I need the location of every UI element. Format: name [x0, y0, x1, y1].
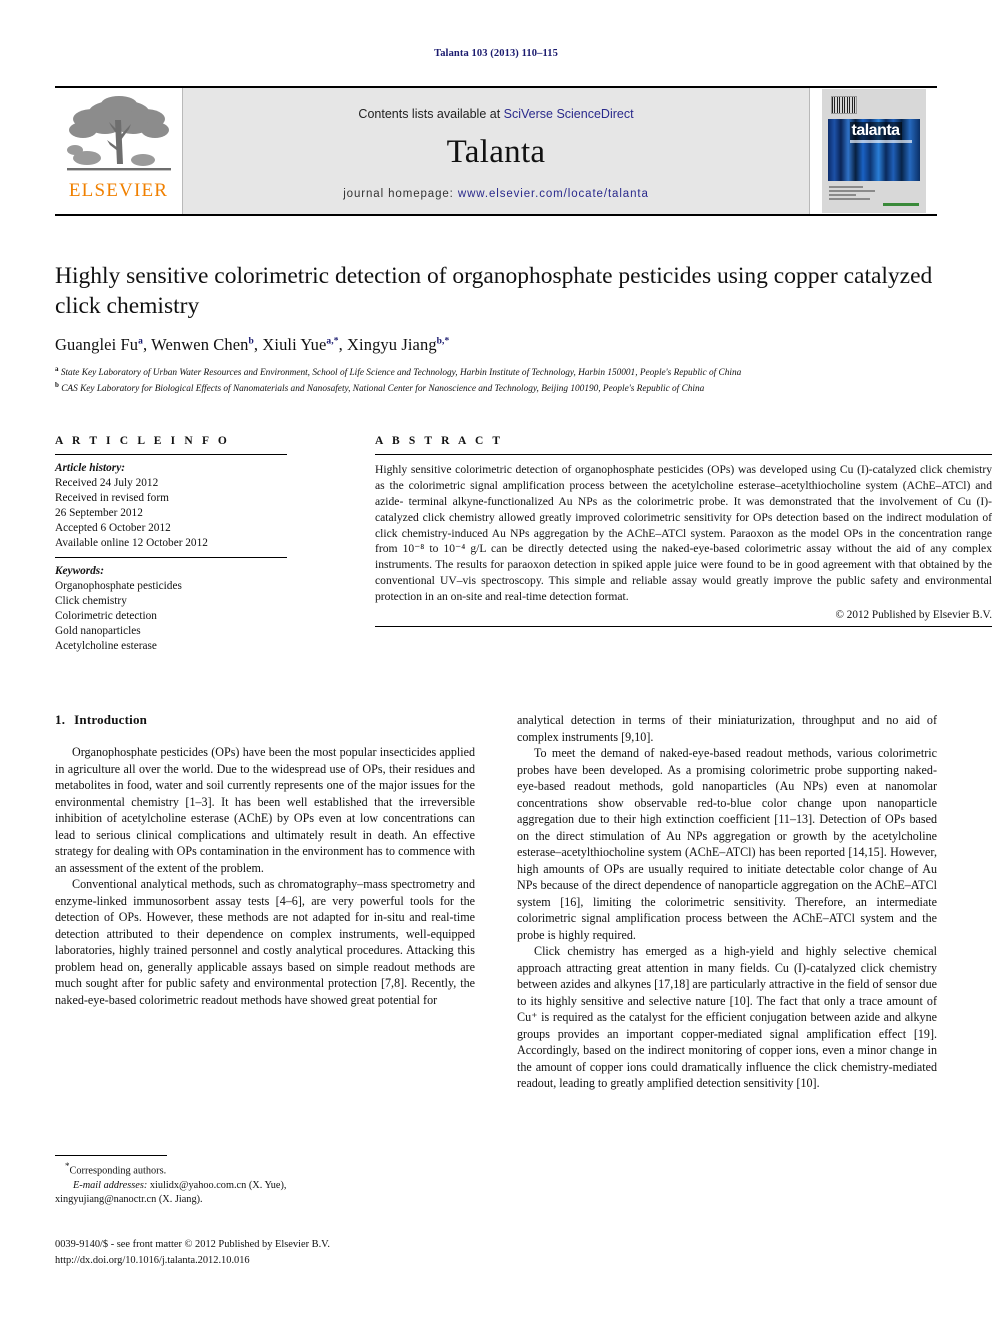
barcode-icon [830, 96, 857, 114]
divider [55, 454, 287, 455]
history-item: 26 September 2012 [55, 507, 143, 520]
author-entry: Xingyu Jiangb,* [347, 335, 449, 354]
author-affiliation-mark: a [138, 336, 143, 347]
email-value[interactable]: xiulidx@yahoo.com.cn (X. Yue), [147, 1180, 287, 1191]
elsevier-tree-icon [66, 96, 171, 171]
author-name: Xingyu Jiang [347, 334, 437, 354]
running-head: Talanta 103 (2013) 110–115 [434, 48, 558, 59]
keywords-block: Keywords: Organophosphate pesticides Cli… [55, 564, 287, 654]
elsevier-logo-block: ELSEVIER [55, 88, 183, 214]
journal-title: Talanta [446, 133, 546, 170]
footnote-corresponding: *Corresponding authors. [55, 1160, 475, 1179]
journal-homepage-line: journal homepage: www.elsevier.com/locat… [343, 188, 649, 200]
affiliation-mark: a [55, 364, 59, 373]
contents-prefix: Contents lists available at [358, 106, 504, 121]
history-item: Available online 12 October 2012 [55, 537, 208, 550]
section-number: 1. [55, 712, 66, 727]
doi-line[interactable]: http://dx.doi.org/10.1016/j.talanta.2012… [55, 1253, 555, 1269]
abstract-column: A B S T R A C T Highly sensitive colorim… [375, 435, 992, 627]
footnote-corresponding-text: Corresponding authors. [69, 1165, 167, 1177]
paragraph: To meet the demand of naked-eye-based re… [517, 746, 937, 942]
history-item: Accepted 6 October 2012 [55, 522, 171, 535]
author-entry: Guanglei Fua [55, 335, 143, 354]
article-history-label: Article history: [55, 462, 125, 474]
affiliation-text: State Key Laboratory of Urban Water Reso… [60, 367, 742, 378]
author-list: Guanglei Fua, Wenwen Chenb, Xiuli Yuea,*… [55, 334, 450, 354]
journal-cover-thumbnail: talanta [821, 89, 926, 213]
history-item: Received 24 July 2012 [55, 477, 159, 490]
affiliation-list: a State Key Laboratory of Urban Water Re… [55, 364, 937, 397]
keywords-label: Keywords: [55, 565, 104, 578]
keyword-item: Acetylcholine esterase [55, 640, 157, 653]
page-footer: 0039-9140/$ - see front matter © 2012 Pu… [55, 1237, 555, 1268]
section-title: Introduction [74, 712, 148, 727]
journal-article-page: Talanta 103 (2013) 110–115 ELSEVIER Cont… [0, 0, 992, 1323]
author-affiliation-mark: b,* [436, 336, 450, 347]
journal-cover-block: talanta [809, 88, 937, 214]
keyword-item: Colorimetric detection [55, 610, 157, 623]
info-abstract-region: A R T I C L E I N F O Article history: R… [55, 435, 992, 675]
journal-homepage-link[interactable]: www.elsevier.com/locate/talanta [458, 188, 649, 200]
paragraph: Conventional analytical methods, such as… [55, 877, 475, 1007]
masthead-center: Contents lists available at SciVerse Sci… [183, 88, 809, 214]
article-info-column: A R T I C L E I N F O Article history: R… [55, 435, 287, 654]
corresponding-author-footnote: *Corresponding authors. E-mail addresses… [55, 1155, 475, 1208]
footnote-email-line-2[interactable]: xingyujiang@nanoctr.cn (X. Jiang). [55, 1193, 475, 1207]
paragraph: Click chemistry has emerged as a high-yi… [517, 944, 937, 1090]
section-heading-introduction: 1. Introduction [55, 712, 475, 728]
cover-subtitle-bar [849, 140, 912, 143]
paragraph: analytical detection in terms of their m… [517, 713, 937, 744]
divider [55, 557, 287, 559]
journal-masthead: ELSEVIER Contents lists available at Sci… [55, 86, 937, 216]
homepage-prefix: journal homepage: [343, 187, 458, 200]
author-name: Wenwen Chen [151, 334, 249, 354]
divider [375, 454, 992, 455]
elsevier-wordmark: ELSEVIER [68, 180, 169, 201]
keyword-item: Organophosphate pesticides [55, 580, 182, 593]
footnote-email-line: E-mail addresses: xiulidx@yahoo.com.cn (… [55, 1179, 475, 1193]
contents-lists-line: Contents lists available at SciVerse Sci… [358, 107, 633, 121]
keyword-item: Gold nanoparticles [55, 625, 141, 638]
abstract-text: Highly sensitive colorimetric detection … [375, 463, 992, 603]
keyword-item: Click chemistry [55, 595, 127, 608]
author-name: Guanglei Fu [55, 334, 139, 354]
affiliation-mark: b [55, 381, 59, 390]
affiliation-item: a State Key Laboratory of Urban Water Re… [55, 364, 937, 381]
affiliation-item: b CAS Key Laboratory for Biological Effe… [55, 380, 937, 397]
author-affiliation-mark: a,* [326, 336, 339, 347]
page-title: Highly sensitive colorimetric detection … [55, 263, 933, 319]
cover-journal-title: talanta [849, 122, 902, 140]
author-affiliation-mark: b [248, 336, 254, 347]
abstract-heading: A B S T R A C T [375, 435, 504, 447]
article-info-heading: A R T I C L E I N F O [55, 435, 230, 447]
email-label: E-mail addresses: [73, 1179, 148, 1191]
body-column-right: analytical detection in terms of their m… [517, 712, 937, 1092]
history-item: Received in revised form [55, 492, 169, 505]
affiliation-text: CAS Key Laboratory for Biological Effect… [61, 384, 705, 395]
abstract-copyright: © 2012 Published by Elsevier B.V. [835, 608, 992, 621]
issn-copyright-line: 0039-9140/$ - see front matter © 2012 Pu… [55, 1239, 330, 1250]
paragraph: Organophosphate pesticides (OPs) have be… [55, 745, 475, 875]
cover-green-bar [882, 203, 919, 206]
author-entry: Wenwen Chenb [151, 335, 254, 354]
title-block: Highly sensitive colorimetric detection … [55, 262, 937, 397]
article-history-block: Article history: Received 24 July 2012 R… [55, 461, 287, 551]
sciencedirect-link[interactable]: SciVerse ScienceDirect [504, 107, 634, 121]
body-column-left: 1. Introduction Organophosphate pesticide… [55, 712, 475, 1008]
author-name: Xiuli Yue [262, 334, 327, 354]
author-entry: Xiuli Yuea,* [262, 335, 338, 354]
divider [55, 1155, 167, 1156]
divider [375, 625, 992, 627]
